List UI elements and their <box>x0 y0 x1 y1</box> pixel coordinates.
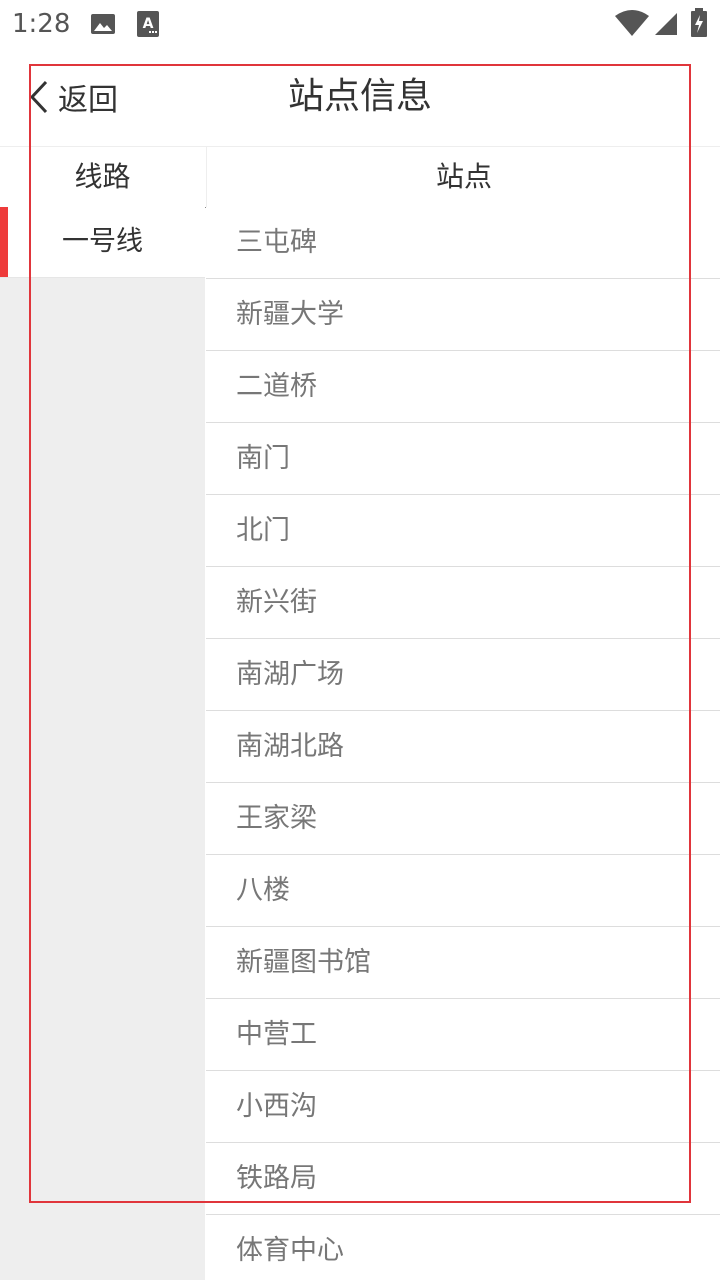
station-item[interactable]: 体育中心 <box>206 1215 720 1280</box>
station-item[interactable]: 新兴街 <box>206 567 720 639</box>
column-header: 线路 站点 <box>0 146 720 208</box>
line-item-1[interactable]: 一号线 <box>0 207 205 278</box>
wifi-icon <box>615 10 649 36</box>
station-label: 中营工 <box>236 1019 317 1050</box>
station-item[interactable]: 八楼 <box>206 855 720 927</box>
station-item[interactable]: 北门 <box>206 495 720 567</box>
svg-text:A: A <box>143 16 154 32</box>
status-time: 1:28 <box>12 9 71 39</box>
signal-icon <box>655 13 677 35</box>
line-column-header: 线路 <box>74 160 131 193</box>
station-label: 三屯碑 <box>236 227 317 258</box>
station-label: 新兴街 <box>236 587 317 618</box>
station-item[interactable]: 二道桥 <box>206 351 720 423</box>
station-item[interactable]: 三屯碑 <box>206 207 720 279</box>
station-label: 小西沟 <box>236 1091 317 1122</box>
status-bar: 1:28 A <box>0 0 720 48</box>
station-label: 铁路局 <box>236 1163 317 1194</box>
station-item[interactable]: 南湖广场 <box>206 639 720 711</box>
station-info-screen: 1:28 A 返回 站点信息 线路 站点 一号线 三屯碑 新疆大学 二道桥 南门… <box>0 0 720 1280</box>
station-item[interactable]: 新疆图书馆 <box>206 927 720 999</box>
line-list: 一号线 <box>0 207 205 1280</box>
station-item[interactable]: 中营工 <box>206 999 720 1071</box>
station-label: 八楼 <box>236 875 290 906</box>
station-label: 体育中心 <box>236 1235 344 1266</box>
station-item[interactable]: 王家梁 <box>206 783 720 855</box>
station-label: 北门 <box>236 515 290 546</box>
station-item[interactable]: 小西沟 <box>206 1071 720 1143</box>
station-label: 新疆图书馆 <box>236 947 371 978</box>
station-label: 新疆大学 <box>236 299 344 330</box>
line-label: 一号线 <box>62 226 143 257</box>
station-label: 南湖北路 <box>236 731 344 762</box>
gallery-icon <box>91 14 115 34</box>
station-item[interactable]: 新疆大学 <box>206 279 720 351</box>
station-label: 二道桥 <box>236 371 317 402</box>
station-item[interactable]: 南湖北路 <box>206 711 720 783</box>
station-column-header: 站点 <box>206 147 720 207</box>
station-list[interactable]: 三屯碑 新疆大学 二道桥 南门 北门 新兴街 南湖广场 南湖北路 王家梁 八楼 … <box>206 207 720 1280</box>
station-label: 南湖广场 <box>236 659 344 690</box>
station-label: 王家梁 <box>236 803 317 834</box>
station-label: 南门 <box>236 443 290 474</box>
station-item[interactable]: 南门 <box>206 423 720 495</box>
app-header: 返回 站点信息 <box>0 48 720 146</box>
page-title: 站点信息 <box>287 76 432 117</box>
station-item[interactable]: 铁路局 <box>206 1143 720 1215</box>
font-icon: A <box>137 11 159 37</box>
battery-icon <box>691 8 707 37</box>
